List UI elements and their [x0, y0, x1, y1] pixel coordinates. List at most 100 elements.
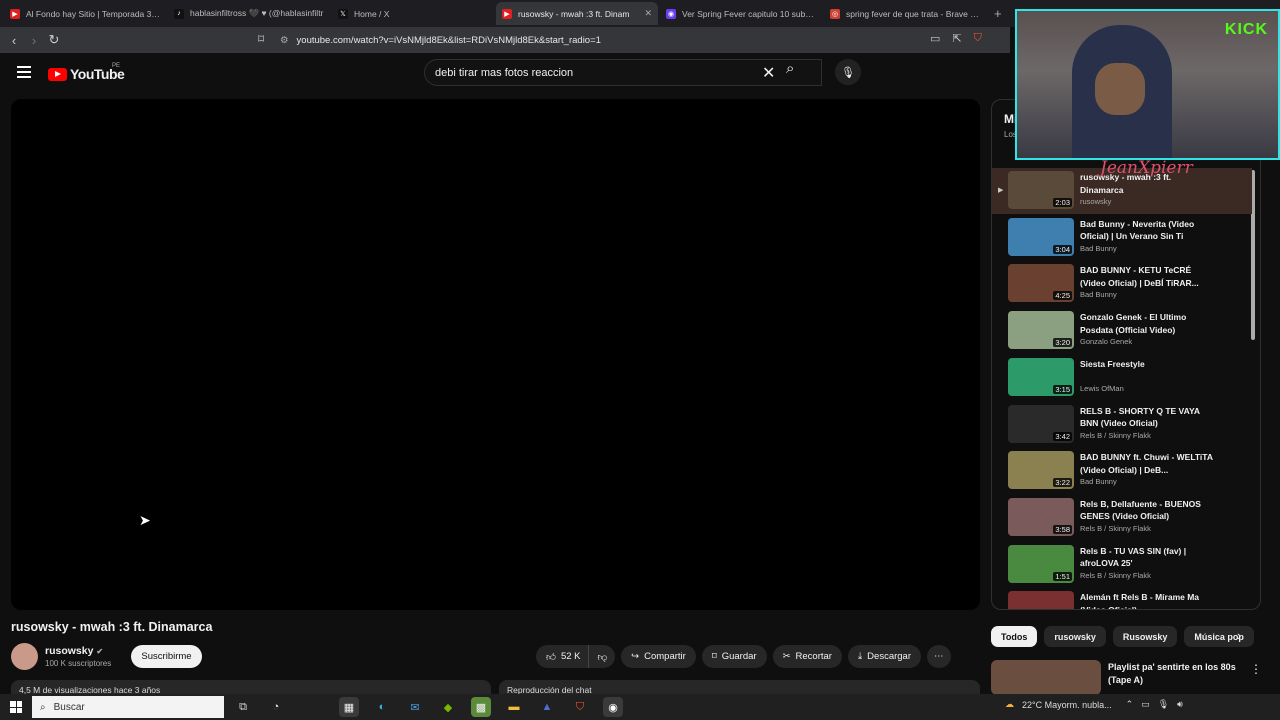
forward-icon[interactable]: › [24, 33, 44, 48]
playlist-item[interactable]: 3:20 Gonzalo Genek - El Ultimo Posdata (O… [992, 308, 1252, 354]
description-box[interactable]: 4,5 M de visualizaciones hace 3 años [11, 680, 491, 694]
network-icon[interactable]: ▭ [1141, 699, 1150, 710]
dislike-button[interactable]: 👎︎ [588, 645, 616, 668]
bookmark-icon[interactable]: ⌑ [258, 32, 264, 46]
view-count: 4,5 M de visualizaciones hace 3 años [19, 685, 161, 694]
channel-avatar[interactable] [11, 643, 38, 670]
tab-title: hablasinfiltross 🖤 ♥ (@hablasinfiltr [190, 8, 324, 18]
task-view-icon[interactable]: ⧉ [233, 697, 253, 717]
share-icon[interactable]: ⇱ [952, 32, 961, 45]
share-label: Compartir [644, 651, 686, 662]
game-app-icon[interactable]: ▲ [537, 697, 557, 717]
reload-icon[interactable]: ↻ [44, 32, 64, 48]
speed-app-icon[interactable]: ◔ [266, 697, 286, 717]
video-thumbnail[interactable]: 3:04 [1008, 217, 1074, 256]
video-thumbnail[interactable]: 1:51 [1008, 544, 1074, 583]
youtube-logo[interactable]: YouTube PE [48, 63, 125, 82]
playlist-item[interactable]: 3:22 BAD BUNNY ft. Chuwi - WELTiTA (Video… [992, 448, 1252, 494]
playlist-item-title: Rels B, Dellafuente - BUENOS GENES (Vide… [1080, 498, 1201, 522]
nvidia-icon[interactable]: ◆ [438, 697, 458, 717]
tab-favicon-icon: ▶ [502, 8, 512, 19]
duration-badge: 3:15 [1053, 384, 1072, 394]
playlist-item[interactable]: Alemán ft Rels B - Mírame Ma (Video Ofic… [992, 588, 1252, 610]
more-vert-icon[interactable]: ⋮ [1250, 662, 1262, 676]
duration-badge: 1:51 [1053, 571, 1072, 581]
save-label: Guardar [721, 651, 757, 662]
browser-tab[interactable]: ▶ Al Fondo hay Sitio | Temporada 3 | Ca [4, 2, 166, 25]
save-button[interactable]: ⌑ Guardar [701, 645, 767, 668]
playlist-item-title: Alemán ft Rels B - Mírame Ma (Video Ofic… [1080, 592, 1200, 610]
playlist-item[interactable]: 3:15 Siesta Freestyle Lewis OfMan [992, 355, 1252, 401]
back-icon[interactable]: ‹ [4, 33, 24, 48]
browser-tab[interactable]: ▶ rusowsky - mwah :3 ft. Dinam ✕ [496, 2, 658, 25]
mail-icon[interactable]: ✉ [405, 697, 425, 717]
playlist-item[interactable]: 3:04 Bad Bunny - Neverita (Video Oficial)… [992, 215, 1252, 261]
search-icon[interactable]: ⌕ [786, 60, 794, 77]
recommended-thumbnail[interactable] [991, 660, 1101, 695]
filter-chip[interactable]: Todos [991, 626, 1038, 647]
tab-favicon-icon: 𝕏 [338, 8, 348, 19]
volume-icon[interactable]: 🔊︎ [1177, 699, 1183, 710]
playlist-item[interactable]: 4:25 BAD BUNNY - KETU TeCRÉ (Video Oficia… [992, 261, 1252, 307]
more-actions-button[interactable]: ⋯ [927, 645, 951, 668]
site-info-icon[interactable]: ⚙ [280, 35, 289, 46]
brave-shield-icon[interactable]: ⛉ [974, 32, 982, 45]
playlist-item-title: Bad Bunny - Neverita (Video Oficial) | U… [1080, 218, 1195, 242]
minecraft-icon[interactable]: ▩ [471, 697, 491, 717]
chat-replay-label: Reproducción del chat [507, 685, 592, 694]
video-thumbnail[interactable]: 2:03 [1008, 171, 1074, 209]
like-button[interactable]: 👍︎ 52 K [536, 645, 589, 668]
channel-name[interactable]: rusowsky ✔ [45, 645, 103, 657]
tray-chevron-icon[interactable]: ⌃ [1126, 699, 1134, 710]
bookmark-save-icon: ⌑ [711, 651, 717, 662]
filter-chip[interactable]: Música pop [1184, 626, 1254, 647]
browser-tab[interactable]: ◉ Ver Spring Fever capitulo 10 sub esp [660, 2, 822, 25]
filter-chip[interactable]: rusowsky [1044, 626, 1106, 647]
recommended-title[interactable]: Playlist pa' sentirte en los 80s (Tape A… [1108, 661, 1248, 687]
file-explorer-icon[interactable]: ▬ [504, 697, 524, 717]
voice-search-icon[interactable]: 🎙 [835, 59, 861, 85]
weather-text[interactable]: 22°C Mayorm. nubla... [1022, 700, 1112, 710]
system-tray: ☁ 22°C Mayorm. nubla... ⌃ ▭ 🎙 🔊︎ [1005, 699, 1183, 710]
obs-icon[interactable]: ◉ [603, 697, 623, 717]
brave-browser-icon[interactable]: ⛉ [570, 697, 590, 717]
windows-start-icon[interactable] [10, 701, 22, 713]
video-thumbnail[interactable]: 3:22 [1008, 451, 1074, 490]
edge-icon[interactable]: ◐ [372, 697, 392, 717]
clip-button[interactable]: ✂ Recortar [772, 645, 842, 668]
playlist-item-title: BAD BUNNY - KETU TeCRÉ (Video Oficial) |… [1080, 265, 1199, 288]
new-tab-icon[interactable]: + [988, 6, 1008, 21]
tab-favicon-icon: ◎ [830, 8, 840, 19]
filter-chip[interactable]: Rusowsky [1112, 626, 1178, 647]
browser-tab[interactable]: 𝕏 Home / X [332, 2, 494, 25]
taskbar-search-input[interactable]: ⌕ Buscar [32, 696, 224, 718]
cast-icon[interactable]: ▭ [930, 32, 940, 45]
video-thumbnail[interactable] [1008, 591, 1074, 609]
video-player[interactable] [11, 99, 980, 610]
menu-icon[interactable] [17, 66, 31, 81]
store-icon[interactable]: ▦ [339, 697, 359, 717]
video-thumbnail[interactable]: 4:25 [1008, 264, 1074, 303]
url-field[interactable]: ⚙ youtube.com/watch?v=iVsNMjld8Ek&list=R… [280, 30, 970, 50]
mic-tray-icon[interactable]: 🎙 [1158, 699, 1169, 710]
playlist-item[interactable]: 3:42 RELS B - SHORTY Q TE VAYA BNN (Video… [992, 402, 1252, 448]
playlist-item[interactable]: 1:51 Rels B - TU VAS SIN (fav) | afroLOVA… [992, 542, 1252, 588]
youtube-play-icon [48, 67, 67, 81]
video-thumbnail[interactable]: 3:15 [1008, 357, 1074, 396]
tab-favicon-icon: ◉ [666, 8, 676, 19]
chat-replay-box[interactable]: Reproducción del chat [499, 680, 980, 694]
subscribe-button[interactable]: Suscribirme [131, 645, 202, 668]
chevron-right-icon[interactable]: › [1237, 628, 1241, 643]
playlist-item[interactable]: 3:58 Rels B, Dellafuente - BUENOS GENES (… [992, 495, 1252, 541]
video-thumbnail[interactable]: 3:42 [1008, 404, 1074, 443]
close-tab-icon[interactable]: ✕ [644, 8, 652, 19]
country-code: PE [112, 63, 121, 69]
browser-tab[interactable]: ♪ hablasinfiltross 🖤 ♥ (@hablasinfiltr [168, 2, 330, 25]
video-thumbnail[interactable]: 3:58 [1008, 497, 1074, 536]
browser-tab[interactable]: ◎ spring fever de que trata - Brave Sea [824, 2, 986, 25]
download-button[interactable]: ⤓ Descargar [847, 645, 921, 668]
video-thumbnail[interactable]: 3:20 [1008, 311, 1074, 350]
youtube-header: YouTube PE debi tirar mas fotos reaccion… [0, 53, 1010, 93]
clear-search-icon[interactable]: ✕ [762, 63, 775, 83]
share-button[interactable]: ↪ Compartir [621, 645, 696, 668]
